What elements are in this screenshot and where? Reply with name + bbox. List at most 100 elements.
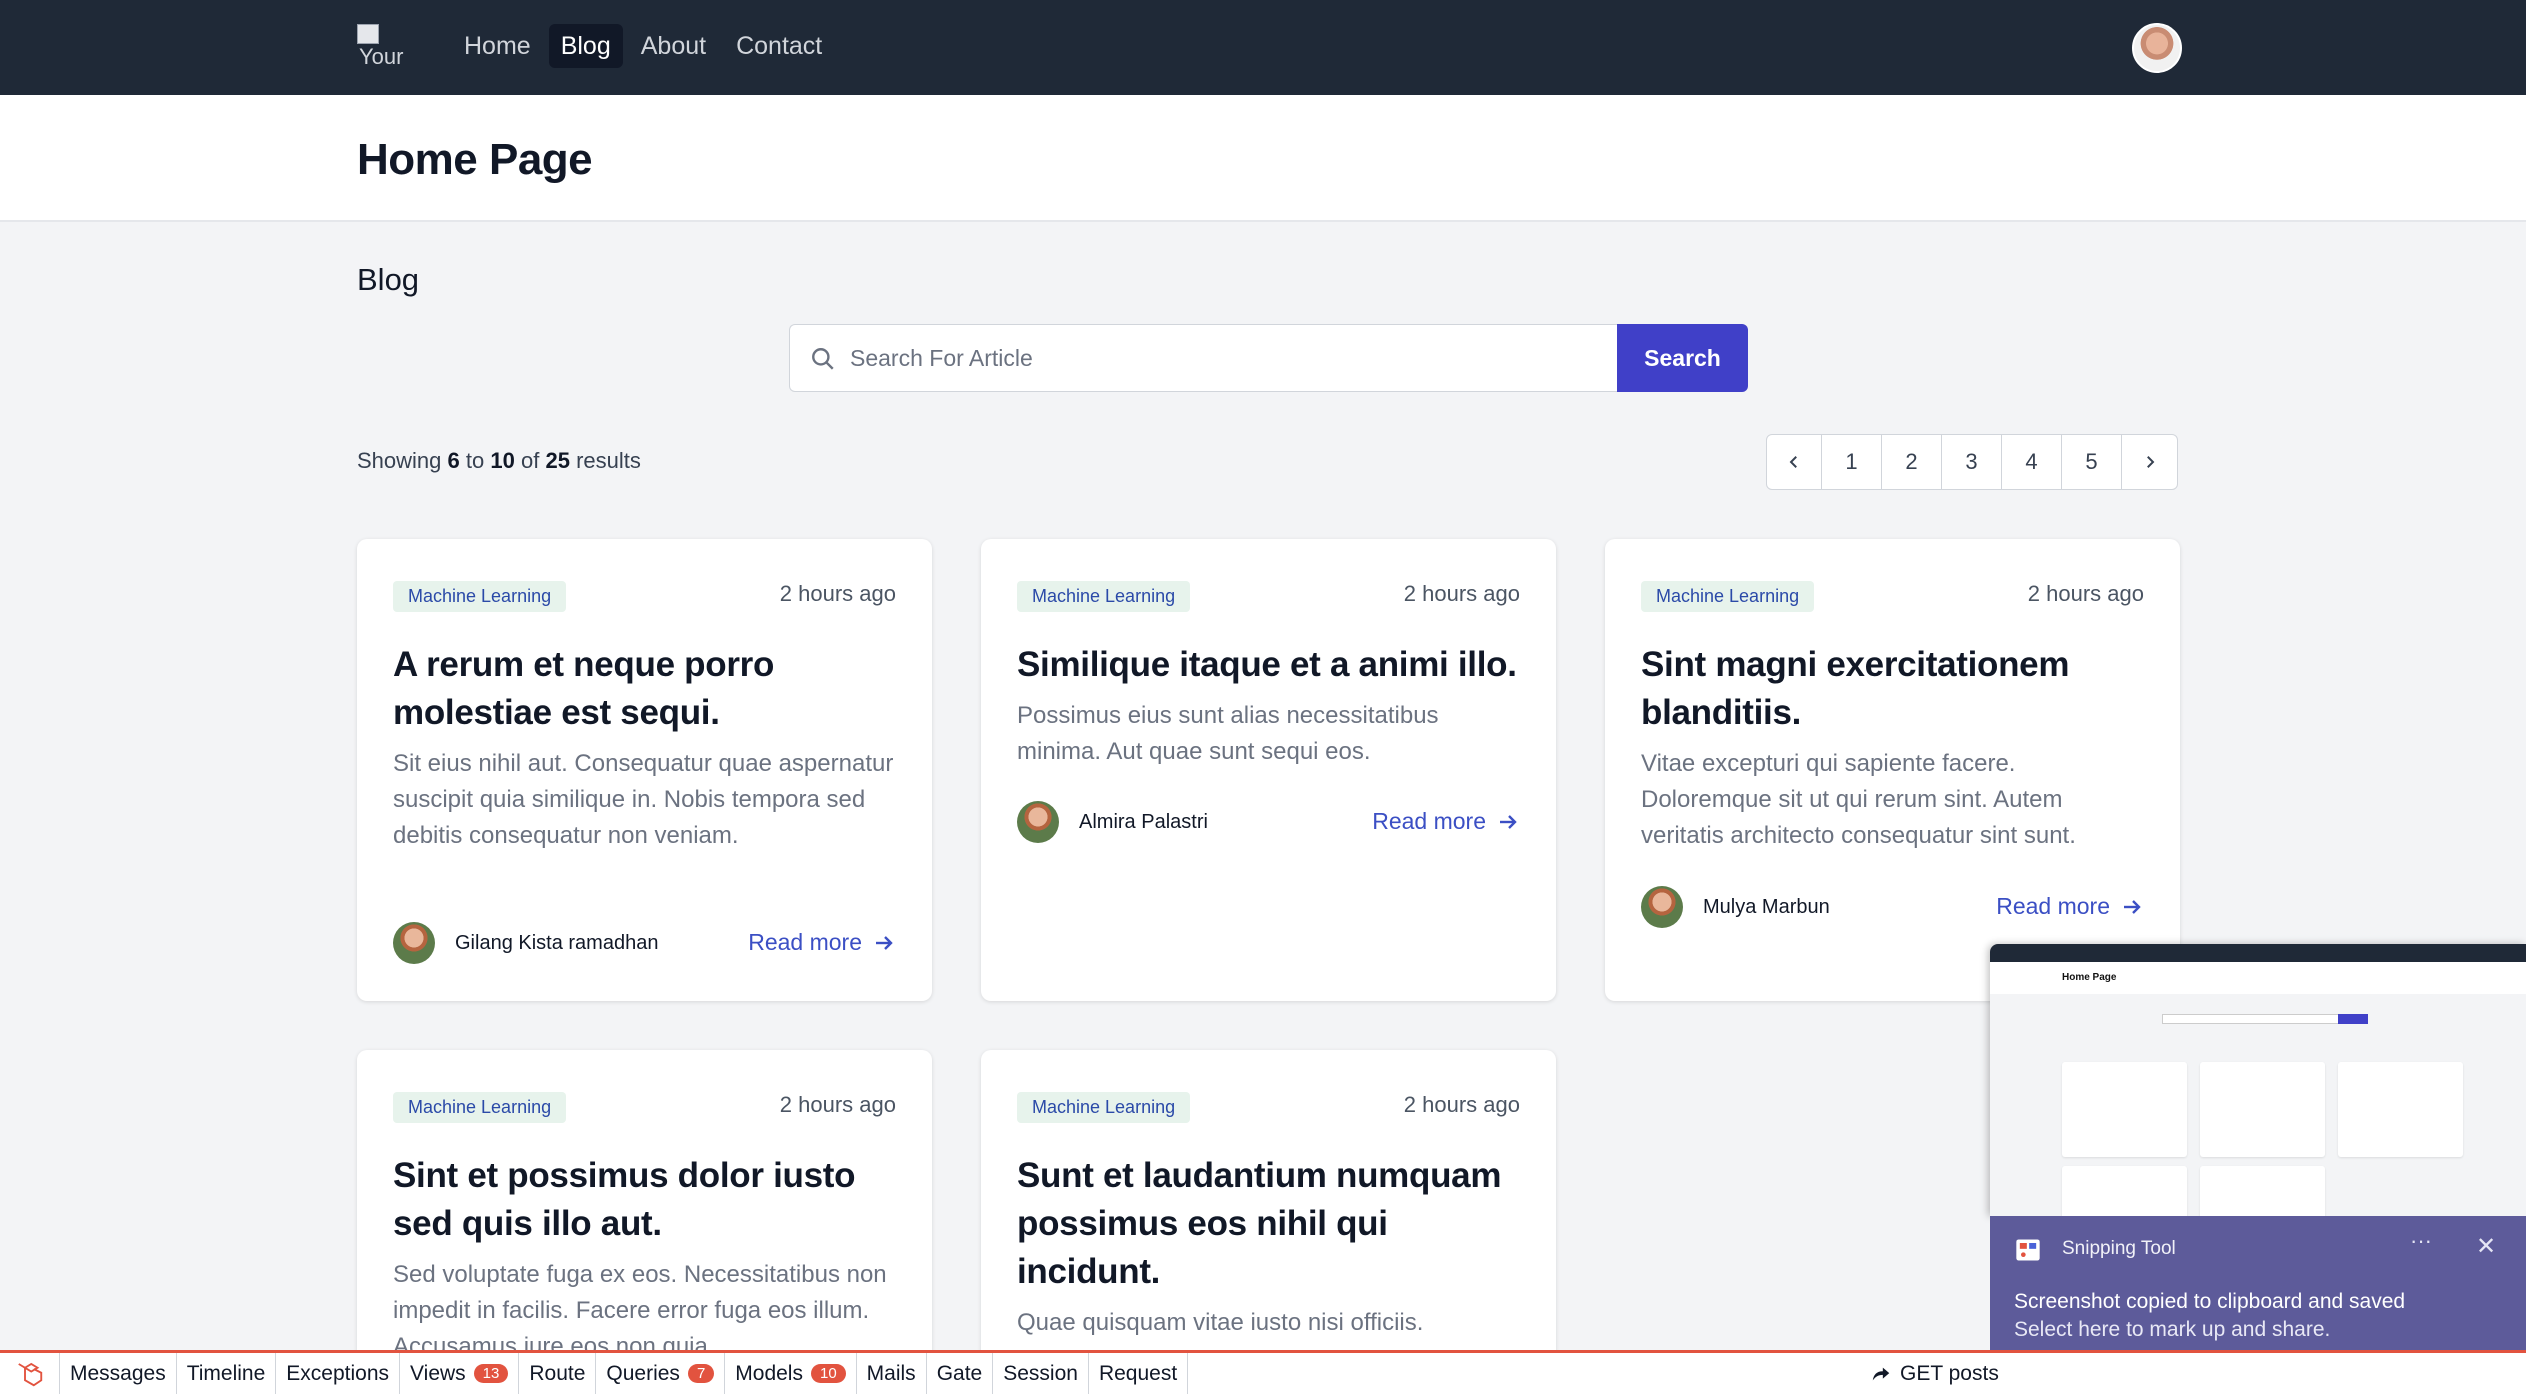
- author-avatar: [1017, 801, 1059, 843]
- author-avatar: [1641, 886, 1683, 928]
- thumbnail-card: [2200, 1166, 2325, 1216]
- thumbnail-search: [2162, 1014, 2352, 1024]
- thumbnail-card: [2062, 1166, 2187, 1216]
- author-name: Mulya Marbun: [1703, 895, 1830, 918]
- category-tag[interactable]: Machine Learning: [1017, 581, 1191, 612]
- category-tag[interactable]: Machine Learning: [393, 1092, 567, 1123]
- pagination-next[interactable]: [2122, 435, 2177, 489]
- search-icon: [812, 348, 834, 370]
- post-excerpt: Sed voluptate fuga ex eos. Necessitatibu…: [393, 1261, 887, 1360]
- debug-tab-label: Timeline: [186, 1361, 266, 1385]
- category-tag[interactable]: Machine Learning: [1017, 1092, 1191, 1123]
- debug-tab-label: Views: [410, 1361, 466, 1385]
- post-card: Machine Learning 2 hours ago Similique i…: [981, 539, 1556, 1001]
- notification-app-name: Snipping Tool: [2062, 1238, 2176, 1259]
- debug-tab-messages[interactable]: Messages: [60, 1353, 177, 1394]
- debug-tab-timeline[interactable]: Timeline: [177, 1353, 277, 1394]
- author-name: Gilang Kista ramadhan: [455, 931, 659, 954]
- post-title[interactable]: Similique itaque et a animi illo.: [1017, 641, 1527, 689]
- read-more-link[interactable]: Read more: [1372, 808, 1520, 835]
- pagination-page-5[interactable]: 5: [2062, 435, 2122, 489]
- showing-to: 10: [490, 448, 515, 473]
- post-excerpt: Vitae excepturi qui sapiente facere. Dol…: [1641, 750, 2076, 849]
- post-author: Mulya Marbun: [1641, 886, 1830, 928]
- category-tag[interactable]: Machine Learning: [1641, 581, 1815, 612]
- nav-link-about[interactable]: About: [629, 24, 718, 68]
- pagination-page-3[interactable]: 3: [1942, 435, 2002, 489]
- debug-tab-label: Route: [529, 1361, 586, 1385]
- showing-of-word: of: [520, 448, 540, 473]
- thumbnail-title: Home Page: [2062, 972, 2117, 983]
- pagination-page-4[interactable]: 4: [2002, 435, 2062, 489]
- read-more-label: Read more: [1996, 893, 2110, 919]
- debug-tab-mails[interactable]: Mails: [857, 1353, 927, 1394]
- post-title[interactable]: A rerum et neque porro molestiae est seq…: [393, 641, 903, 737]
- debug-tab-label: Messages: [70, 1361, 166, 1385]
- post-time: 2 hours ago: [1403, 581, 1520, 606]
- search-button[interactable]: Search: [1617, 324, 1748, 392]
- post-card: Machine Learning 2 hours ago Sint et pos…: [357, 1050, 932, 1370]
- debug-request-info[interactable]: GET posts: [1860, 1353, 2009, 1394]
- search-input[interactable]: [850, 325, 1600, 391]
- user-avatar[interactable]: [2132, 23, 2182, 73]
- chevron-left-icon: [1789, 456, 1797, 468]
- post-author: Gilang Kista ramadhan: [393, 922, 658, 964]
- thumbnail-header: Home Page: [1990, 962, 2526, 994]
- views-count-badge: 13: [473, 1364, 509, 1383]
- debug-tab-queries[interactable]: Queries 7: [596, 1353, 726, 1394]
- pagination-page-1[interactable]: 1: [1822, 435, 1882, 489]
- debug-tab-exceptions[interactable]: Exceptions: [276, 1353, 401, 1394]
- debug-tab-label: Session: [1003, 1361, 1078, 1385]
- post-title[interactable]: Sint et possimus dolor iusto sed quis il…: [393, 1152, 903, 1248]
- nav-link-contact[interactable]: Contact: [724, 24, 834, 68]
- debug-tab-request[interactable]: Request: [1089, 1353, 1189, 1394]
- snip-screenshot-thumbnail[interactable]: Home Page: [1990, 944, 2526, 1216]
- debug-tab-views[interactable]: Views 13: [400, 1353, 520, 1394]
- thumbnail-search-button: [2338, 1014, 2368, 1024]
- logo-alt-text: Your: [359, 44, 404, 69]
- debug-tab-label: Gate: [936, 1361, 983, 1385]
- logo-image[interactable]: Your: [357, 24, 409, 72]
- post-time: 2 hours ago: [2027, 581, 2144, 606]
- nav-links: Home Blog About Contact: [452, 24, 834, 68]
- post-title[interactable]: Sint magni exercitationem blanditiis.: [1641, 641, 2151, 737]
- debug-tab-session[interactable]: Session: [993, 1353, 1089, 1394]
- search-form: Search: [789, 324, 1748, 392]
- top-navbar: Your Home Blog About Contact: [0, 0, 2526, 95]
- post-card: Machine Learning 2 hours ago Sunt et lau…: [981, 1050, 1556, 1370]
- category-tag[interactable]: Machine Learning: [393, 581, 567, 612]
- showing-total: 25: [545, 448, 570, 473]
- pagination-prev[interactable]: [1767, 435, 1822, 489]
- section-title: Blog: [357, 262, 420, 297]
- pagination: 1 2 3 4 5: [1766, 434, 2178, 490]
- search-box: [789, 324, 1617, 392]
- showing-suffix: results: [576, 448, 641, 473]
- read-more-label: Read more: [1372, 808, 1486, 834]
- close-icon[interactable]: ✕: [2476, 1232, 2496, 1261]
- thumbnail-navbar: [1990, 944, 2526, 962]
- post-excerpt: Sit eius nihil aut. Consequatur quae asp…: [393, 750, 894, 849]
- nav-link-home[interactable]: Home: [452, 24, 543, 68]
- nav-link-blog[interactable]: Blog: [548, 24, 623, 68]
- request-method-label: GET posts: [1900, 1361, 1999, 1385]
- pagination-page-2[interactable]: 2: [1882, 435, 1942, 489]
- post-card: Machine Learning 2 hours ago Sint magni …: [1605, 539, 2180, 1001]
- debug-tab-label: Request: [1098, 1361, 1178, 1385]
- notification-message: Screenshot copied to clipboard and saved: [2014, 1290, 2406, 1313]
- read-more-link[interactable]: Read more: [748, 929, 896, 956]
- page-header: Home Page: [0, 95, 2526, 222]
- more-options-icon[interactable]: ···: [2410, 1228, 2432, 1254]
- post-excerpt: Quae quisquam vitae iusto nisi officiis.: [1017, 1309, 1424, 1336]
- debug-tab-label: Models: [735, 1361, 803, 1385]
- models-count-badge: 10: [810, 1364, 846, 1383]
- post-title[interactable]: Sunt et laudantium numquam possimus eos …: [1017, 1152, 1527, 1296]
- chevron-right-icon: [2146, 456, 2154, 468]
- laravel-logo-icon[interactable]: [0, 1353, 60, 1394]
- debug-tab-models[interactable]: Models 10: [725, 1353, 857, 1394]
- debug-tab-route[interactable]: Route: [519, 1353, 597, 1394]
- read-more-link[interactable]: Read more: [1996, 893, 2144, 920]
- post-time: 2 hours ago: [779, 581, 896, 606]
- debug-tab-gate[interactable]: Gate: [927, 1353, 994, 1394]
- share-icon: [1872, 1367, 1890, 1380]
- author-avatar: [393, 922, 435, 964]
